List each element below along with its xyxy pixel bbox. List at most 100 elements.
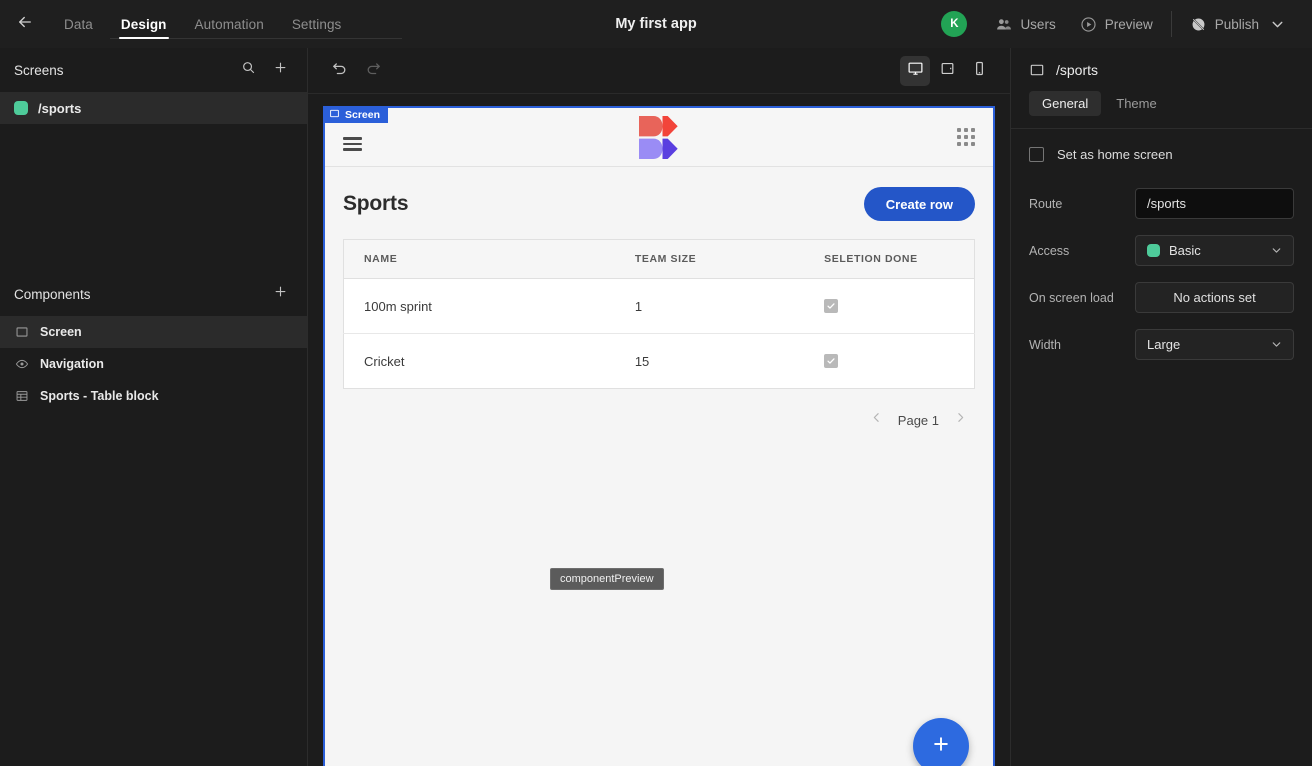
screen-icon [14, 325, 29, 340]
width-control: Large [1135, 329, 1294, 360]
add-component-button[interactable] [267, 281, 293, 307]
search-screens-button[interactable] [235, 57, 261, 83]
device-desktop-button[interactable] [900, 56, 930, 86]
globe-slash-icon [1190, 16, 1207, 33]
nav-divider [1171, 11, 1172, 37]
undo-icon [331, 60, 348, 82]
center-area: Screen [308, 48, 1010, 766]
route-label: Route [1029, 197, 1135, 211]
access-control: Basic [1135, 235, 1294, 266]
create-row-button[interactable]: Create row [864, 187, 975, 221]
cell-team-size: 1 [615, 279, 804, 334]
component-item-sports-table-block[interactable]: Sports - Table block [0, 380, 307, 412]
right-panel-title-row: /sports [1029, 62, 1294, 78]
component-item-navigation[interactable]: Navigation [0, 348, 307, 380]
topnav-right-group: K Users [941, 0, 1312, 48]
right-panel-tabs: General Theme [1029, 91, 1294, 128]
checkbox-checked-icon [824, 299, 838, 313]
chevron-down-icon [1270, 244, 1283, 257]
table-row[interactable]: Cricket 15 [344, 334, 975, 389]
tablet-icon [939, 60, 956, 82]
selected-component-badge: Screen [323, 106, 388, 123]
app-logo [325, 114, 993, 161]
users-icon [995, 16, 1012, 33]
table-pagination: Page 1 [343, 389, 975, 433]
screens-panel-title: Screens [14, 63, 229, 78]
screens-list: /sports [0, 92, 307, 124]
publish-button[interactable]: Publish [1178, 0, 1298, 48]
back-button[interactable] [0, 0, 50, 48]
screen-icon [1029, 62, 1045, 78]
checkbox-checked-icon [824, 354, 838, 368]
grid-menu-icon[interactable] [957, 128, 975, 146]
component-item-label: Navigation [40, 357, 104, 371]
preview-label: Preview [1105, 17, 1153, 32]
route-field-row: Route [1029, 188, 1294, 219]
right-panel-title: /sports [1056, 62, 1098, 78]
width-value: Large [1147, 337, 1180, 352]
components-panel-header: Components [0, 272, 307, 316]
tab-general[interactable]: General [1029, 91, 1101, 116]
home-screen-row: Set as home screen [1029, 147, 1294, 162]
device-preview-toggle [900, 56, 994, 86]
pagination-label: Page 1 [894, 413, 943, 428]
selected-component-label: Screen [345, 109, 380, 121]
redo-icon [365, 60, 382, 82]
screen-access-color-dot [14, 101, 28, 115]
table-head: NAME TEAM SIZE SELETION DONE [344, 240, 975, 279]
onload-actions-button[interactable]: No actions set [1135, 282, 1294, 313]
table-row[interactable]: 100m sprint 1 [344, 279, 975, 334]
column-header-selection-done[interactable]: SELETION DONE [804, 240, 974, 279]
column-header-team-size[interactable]: TEAM SIZE [615, 240, 804, 279]
arrow-left-icon [16, 13, 34, 36]
left-sidebar: Screens [0, 48, 308, 766]
width-field-row: Width Large [1029, 329, 1294, 360]
main-body: Screens [0, 48, 1312, 766]
add-screen-button[interactable] [267, 57, 293, 83]
width-label: Width [1029, 338, 1135, 352]
add-component-fab[interactable] [913, 718, 969, 766]
preview-app-header [325, 108, 993, 167]
undo-button[interactable] [324, 56, 354, 86]
plus-icon [931, 734, 951, 759]
main-tabs: Data Design Automation Settings [50, 0, 355, 48]
preview-button[interactable]: Preview [1068, 0, 1165, 48]
sidebar-item-sports-screen[interactable]: /sports [0, 92, 307, 124]
route-input[interactable] [1135, 188, 1294, 219]
redo-button[interactable] [358, 56, 388, 86]
device-mobile-button[interactable] [964, 56, 994, 86]
tab-data[interactable]: Data [50, 0, 107, 48]
tab-design[interactable]: Design [107, 0, 181, 48]
table-block-header: Sports Create row [343, 187, 975, 221]
access-field-row: Access Basic [1029, 235, 1294, 266]
mobile-icon [971, 60, 988, 82]
onload-control: No actions set [1135, 282, 1294, 313]
publish-label: Publish [1215, 17, 1259, 32]
screen-icon [329, 108, 340, 122]
tab-theme[interactable]: Theme [1103, 91, 1169, 116]
avatar[interactable]: K [941, 11, 967, 37]
tab-automation[interactable]: Automation [181, 0, 278, 48]
cell-selection-done [804, 279, 974, 334]
pagination-prev-button[interactable] [864, 407, 890, 433]
table-body: 100m sprint 1 Cricket [344, 279, 975, 389]
play-icon [1080, 16, 1097, 33]
right-panel-header: /sports General Theme [1011, 48, 1312, 128]
access-color-dot [1147, 244, 1160, 257]
component-item-screen[interactable]: Screen [0, 316, 307, 348]
onload-field-row: On screen load No actions set [1029, 282, 1294, 313]
access-label: Access [1029, 244, 1135, 258]
tab-settings[interactable]: Settings [278, 0, 356, 48]
components-list: Screen Navigation [0, 316, 307, 412]
hamburger-menu-icon[interactable] [343, 137, 362, 151]
plus-icon [273, 284, 288, 304]
access-select[interactable]: Basic [1135, 235, 1294, 266]
device-tablet-button[interactable] [932, 56, 962, 86]
column-header-name[interactable]: NAME [344, 240, 615, 279]
pagination-next-button[interactable] [947, 407, 973, 433]
set-home-screen-checkbox[interactable] [1029, 147, 1044, 162]
users-button[interactable]: Users [983, 0, 1067, 48]
app-preview-canvas[interactable]: Screen [323, 106, 995, 766]
topnav-left-group: Data Design Automation Settings [0, 0, 355, 48]
width-select[interactable]: Large [1135, 329, 1294, 360]
